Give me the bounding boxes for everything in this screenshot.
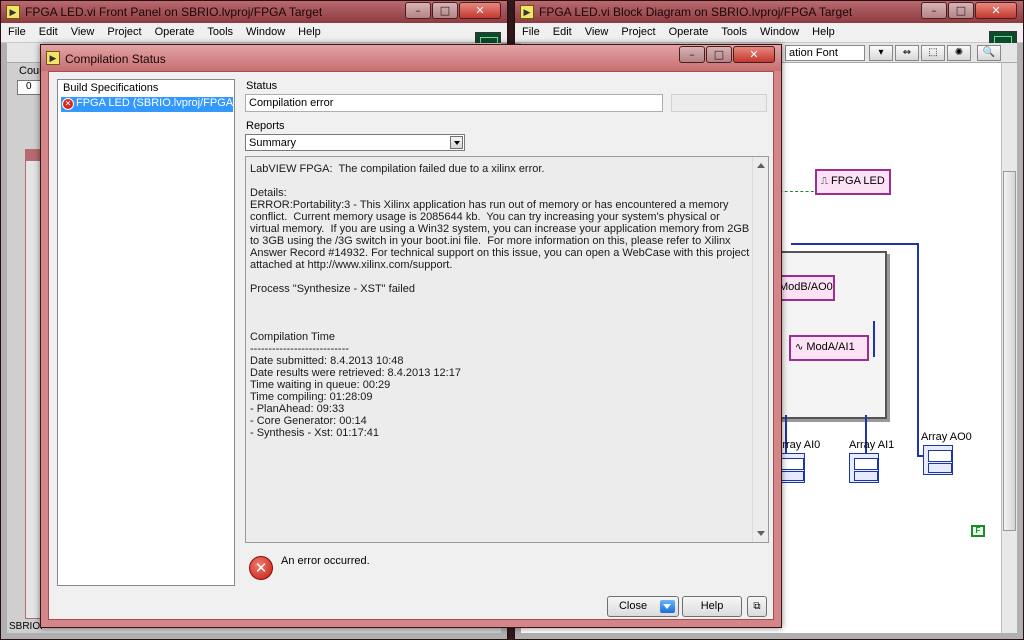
front-panel-menubar: File Edit View Project Operate Tools Window Hel… [1, 23, 507, 43]
align-objects-icon[interactable]: ▾ [869, 45, 893, 61]
build-specifications-header: Build Specifications [63, 82, 159, 94]
search-icon[interactable]: 🔍 [977, 45, 1001, 61]
front-panel-titlebar[interactable]: ▶ FPGA LED.vi Front Panel on SBRIO.lvpro… [1, 1, 507, 23]
menu-file[interactable]: File [1, 23, 32, 38]
array-ao0-control[interactable] [923, 445, 953, 475]
minimize-icon[interactable]: – [921, 2, 947, 19]
menu-tools[interactable]: Tools [200, 23, 239, 38]
compilation-status-dialog: ▶ Compilation Status – □ ✕ Build Specifi… [40, 44, 782, 628]
menu-operate[interactable]: Operate [662, 23, 715, 38]
reports-selected-value: Summary [249, 137, 297, 149]
digital-waveform-icon: ⎍ [821, 176, 828, 187]
chevron-down-icon[interactable] [660, 600, 675, 613]
array-ai1-indicator[interactable] [849, 453, 879, 483]
block-diagram-menubar: File Edit View Project Operate Tools Window Hel… [515, 23, 1023, 43]
report-text-area[interactable]: LabVIEW FPGA: The compilation failed due… [245, 156, 769, 543]
menu-edit[interactable]: Edit [32, 23, 64, 38]
menu-help[interactable]: Help [291, 23, 327, 38]
block-diagram-title: FPGA LED.vi Block Diagram on SBRIO.lvpro… [539, 5, 853, 19]
labview-app-icon: ▶ [520, 5, 534, 19]
context-help-icon: ⧉ [753, 601, 761, 612]
menu-view[interactable]: View [578, 23, 615, 38]
dialog-caption-buttons: – □ ✕ [678, 46, 775, 63]
array-ai1-label: Array AI1 [849, 439, 895, 451]
close-button-label: Close [618, 600, 648, 612]
error-icon: ✕ [249, 556, 273, 580]
dialog-body: Build Specifications ✕ FPGA LED (SBRIO.l… [48, 71, 774, 620]
reorder-icon[interactable]: ⬚ [921, 45, 945, 61]
report-scrollbar[interactable] [752, 157, 768, 542]
close-button[interactable]: Close [607, 596, 679, 617]
menu-window[interactable]: Window [753, 23, 805, 38]
help-button[interactable]: Help [682, 596, 742, 617]
font-selector[interactable]: ation Font [785, 45, 865, 61]
status-field: Compilation error [245, 94, 663, 112]
scroll-up-icon[interactable] [757, 163, 765, 168]
menu-window[interactable]: Window [239, 23, 291, 38]
scrollbar-thumb[interactable] [1003, 171, 1016, 531]
maximize-icon[interactable]: □ [432, 2, 458, 19]
cleanup-diagram-icon[interactable]: ✺ [947, 45, 971, 61]
build-spec-item[interactable]: ✕ FPGA LED (SBRIO.lvproj/FPGA Target) [61, 97, 233, 112]
analog-waveform-icon: ∿ [795, 342, 804, 353]
labview-app-icon: ▶ [6, 5, 20, 19]
block-diagram-titlebar[interactable]: ▶ FPGA LED.vi Block Diagram on SBRIO.lvp… [515, 1, 1023, 23]
help-button-label: Help [700, 600, 724, 612]
array-wire [917, 243, 919, 457]
status-progress-area [671, 94, 767, 112]
context-help-button[interactable]: ⧉ [747, 596, 767, 617]
menu-edit[interactable]: Edit [546, 23, 578, 38]
labview-app-icon: ▶ [46, 51, 60, 65]
moda-ai1-label: ModA/AI1 [806, 341, 855, 353]
fpga-led-label: FPGA LED [831, 175, 885, 187]
error-message: An error occurred. [281, 555, 370, 567]
build-specifications-list[interactable]: Build Specifications ✕ FPGA LED (SBRIO.l… [57, 79, 235, 586]
minimize-icon[interactable]: – [405, 2, 431, 19]
front-panel-caption-buttons: – □ ✕ [404, 2, 501, 19]
fpga-led-node[interactable]: ⎍ FPGA LED [815, 169, 891, 195]
modb-ao0-label: ModB/AO0 [779, 281, 833, 293]
array-wire [873, 321, 875, 357]
boolean-constant[interactable]: F [971, 525, 985, 537]
maximize-icon[interactable]: □ [706, 46, 732, 63]
block-diagram-caption-buttons: – □ ✕ [920, 2, 1017, 19]
menu-project[interactable]: Project [100, 23, 147, 38]
menu-operate[interactable]: Operate [148, 23, 201, 38]
menu-view[interactable]: View [64, 23, 101, 38]
close-icon[interactable]: ✕ [459, 2, 501, 19]
menu-help[interactable]: Help [805, 23, 841, 38]
moda-ai1-node[interactable]: ∿ ModA/AI1 [789, 335, 869, 361]
maximize-icon[interactable]: □ [948, 2, 974, 19]
front-panel-status-text: SBRIO. [9, 621, 43, 632]
close-icon[interactable]: ✕ [975, 2, 1017, 19]
menu-tools[interactable]: Tools [714, 23, 753, 38]
report-text: LabVIEW FPGA: The compilation failed due… [250, 163, 750, 439]
dialog-title: Compilation Status [65, 52, 166, 66]
block-diagram-scrollbar[interactable] [1001, 63, 1017, 633]
menu-project[interactable]: Project [614, 23, 661, 38]
front-panel-title: FPGA LED.vi Front Panel on SBRIO.lvproj/… [25, 5, 323, 19]
build-spec-item-label: FPGA LED (SBRIO.lvproj/FPGA Target) [76, 97, 233, 109]
dialog-titlebar[interactable]: ▶ Compilation Status – □ ✕ [41, 45, 781, 71]
menu-file[interactable]: File [515, 23, 546, 38]
reports-label: Reports [246, 120, 285, 132]
error-icon: ✕ [62, 98, 74, 110]
array-ao0-label: Array AO0 [921, 431, 972, 443]
distribute-objects-icon[interactable]: ⇔ [895, 45, 919, 61]
reports-dropdown[interactable]: Summary [245, 134, 465, 151]
close-icon[interactable]: ✕ [733, 46, 775, 63]
scroll-down-icon[interactable] [757, 531, 765, 536]
minimize-icon[interactable]: – [679, 46, 705, 63]
status-label: Status [246, 80, 278, 92]
array-wire [791, 243, 919, 245]
chevron-down-icon[interactable] [450, 136, 463, 149]
